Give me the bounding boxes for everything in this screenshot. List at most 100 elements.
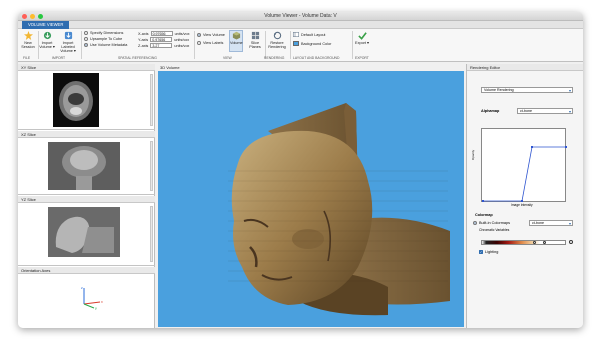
title-bar: Volume Viewer - Volume Data: V <box>18 12 583 21</box>
colormap-add-point[interactable] <box>569 240 573 244</box>
alphamap-point[interactable] <box>565 146 567 148</box>
lighting-option[interactable]: ✓ Lighting <box>479 250 498 254</box>
yz-slice-panel: YZ Slice <box>18 196 155 266</box>
tab-volume-viewer[interactable]: VOLUME VIEWER <box>22 21 70 29</box>
divider <box>194 31 195 59</box>
volume-tab[interactable]: 3D Volume <box>157 64 464 71</box>
intensity-axis-label: Image Intensity <box>511 203 533 207</box>
svg-text:y: y <box>95 307 97 311</box>
new-session-button[interactable]: New Session <box>21 31 35 49</box>
toolstrip-tabs: VOLUME VIEWER <box>18 21 583 29</box>
import-volume-button[interactable]: Import Volume ▾ <box>39 31 55 49</box>
alphamap-curve <box>482 146 567 202</box>
group-import-label: IMPORT <box>52 56 66 60</box>
colormap-handle[interactable] <box>543 241 546 244</box>
group-layout-label: LAYOUT AND BACKGROUND <box>293 56 340 60</box>
volume-render <box>228 103 450 316</box>
export-check-icon <box>357 32 367 40</box>
x-axis-field[interactable]: 0.97656 <box>150 31 173 36</box>
xy-slice-drawing <box>59 81 93 121</box>
slice-planes-button[interactable]: Slice Planes <box>247 31 263 49</box>
builtin-colormaps-radio[interactable] <box>473 221 477 225</box>
chromatic-variables-option[interactable]: Chromatic Variables <box>479 228 509 232</box>
background-color-button[interactable]: Background Color <box>293 41 331 46</box>
divider <box>352 31 353 59</box>
yz-slice-drawing <box>48 207 120 257</box>
view-labels-option[interactable]: View Labels <box>197 41 223 45</box>
volume-viewport[interactable] <box>158 71 464 327</box>
specify-dimensions-radio[interactable] <box>84 31 88 35</box>
default-layout-label: Default Layout <box>301 32 326 37</box>
slice-planes-label: Slice Planes <box>249 41 261 50</box>
slice-planes-icon <box>251 31 259 40</box>
y-units-label: units/vox <box>174 37 190 42</box>
chromatic-variables-label: Chromatic Variables <box>479 228 510 232</box>
xy-slice-image[interactable] <box>53 73 99 127</box>
alphamap-point[interactable] <box>521 200 523 202</box>
alphamap-dropdown[interactable]: ct-bone <box>517 108 573 114</box>
colormap-dropdown[interactable]: ct-bone <box>529 220 573 226</box>
use-metadata-option[interactable]: Use Volume Metadata <box>84 43 127 47</box>
y-axis-row: Y-axis 0.97656 units/vox <box>138 37 189 42</box>
orientation-axes-gizmo[interactable]: z x y <box>76 284 106 310</box>
view-labels-label: View Labels <box>203 41 224 45</box>
z-axis-field[interactable]: 3.27 <box>150 43 173 48</box>
volume-view-button[interactable]: Volume <box>229 30 243 52</box>
use-metadata-radio[interactable] <box>84 43 88 47</box>
alphamap-point[interactable] <box>531 146 533 148</box>
volume-viewer-window: Volume Viewer - Volume Data: V VOLUME VI… <box>18 12 583 328</box>
restore-rendering-button[interactable]: Restore Rendering <box>267 31 287 49</box>
yz-slice-image[interactable] <box>48 207 120 257</box>
lighting-label: Lighting <box>485 250 499 254</box>
orientation-axes-title: Orientation Axes <box>18 267 155 274</box>
background-color-label: Background Color <box>301 41 332 46</box>
group-export-label: EXPORT <box>355 56 369 60</box>
view-volume-radio[interactable] <box>197 33 201 37</box>
z-axis-label: Z-axis <box>138 43 149 48</box>
background-color-swatch <box>293 41 299 46</box>
group-spatial-label: SPATIAL REFERENCING <box>118 56 157 60</box>
xz-slice-panel: XZ Slice <box>18 131 155 195</box>
colormap-bar[interactable] <box>481 240 566 245</box>
upsample-option[interactable]: Upsample To Cube <box>84 37 122 41</box>
volume-cube-icon <box>232 31 240 40</box>
alphamap-point[interactable] <box>482 200 484 202</box>
export-button[interactable]: Export ▾ <box>355 31 369 45</box>
xy-slice-scrollbar[interactable] <box>150 74 153 126</box>
window-title: Volume Viewer - Volume Data: V <box>264 13 337 19</box>
xz-slice-scrollbar[interactable] <box>150 141 153 191</box>
view-labels-radio[interactable] <box>197 41 201 45</box>
rendering-mode-dropdown[interactable]: Volume Rendering <box>481 87 573 93</box>
import-volume-label: Import Volume ▾ <box>39 41 55 50</box>
xz-slice-drawing <box>48 142 120 190</box>
xz-slice-image[interactable] <box>48 142 120 190</box>
x-axis-label: X-axis <box>138 31 149 36</box>
import-volume-icon <box>43 31 51 40</box>
divider <box>290 31 291 59</box>
rendering-editor-panel: Rendering Editor Volume Rendering Alpham… <box>466 64 583 328</box>
specify-dimensions-option[interactable]: Specify Dimensions <box>84 31 123 35</box>
group-rendering-label: RENDERING <box>264 56 285 60</box>
colormap-handle[interactable] <box>533 241 536 244</box>
import-labeled-volume-button[interactable]: Import Labeled Volume ▾ <box>57 31 79 54</box>
upsample-radio[interactable] <box>84 37 88 41</box>
alphamap-editor[interactable] <box>481 128 567 202</box>
z-units-label: units/vox <box>174 43 190 48</box>
new-session-icon <box>23 31 33 40</box>
lighting-checkbox[interactable]: ✓ <box>479 250 483 254</box>
rendering-editor-tab[interactable]: Rendering Editor <box>467 64 583 71</box>
x-axis-row: X-axis 0.97656 units/vox <box>138 31 190 36</box>
specify-dimensions-label: Specify Dimensions <box>90 31 124 35</box>
yz-slice-scrollbar[interactable] <box>150 206 153 262</box>
y-axis-field[interactable]: 0.97656 <box>150 37 173 42</box>
default-layout-button[interactable]: Default Layout <box>293 32 326 37</box>
slice-panels: XY Slice XZ Slice YZ Slice Orientation A… <box>18 64 155 328</box>
view-volume-option[interactable]: View Volume <box>197 33 225 37</box>
builtin-colormaps-option[interactable]: Built-in Colormaps <box>473 221 510 225</box>
xz-slice-title: XZ Slice <box>18 131 155 138</box>
restore-icon <box>273 31 281 40</box>
divider <box>265 31 266 59</box>
xy-slice-panel: XY Slice <box>18 64 155 130</box>
volume-view-label: Volume <box>230 41 243 45</box>
xy-slice-title: XY Slice <box>18 64 155 71</box>
